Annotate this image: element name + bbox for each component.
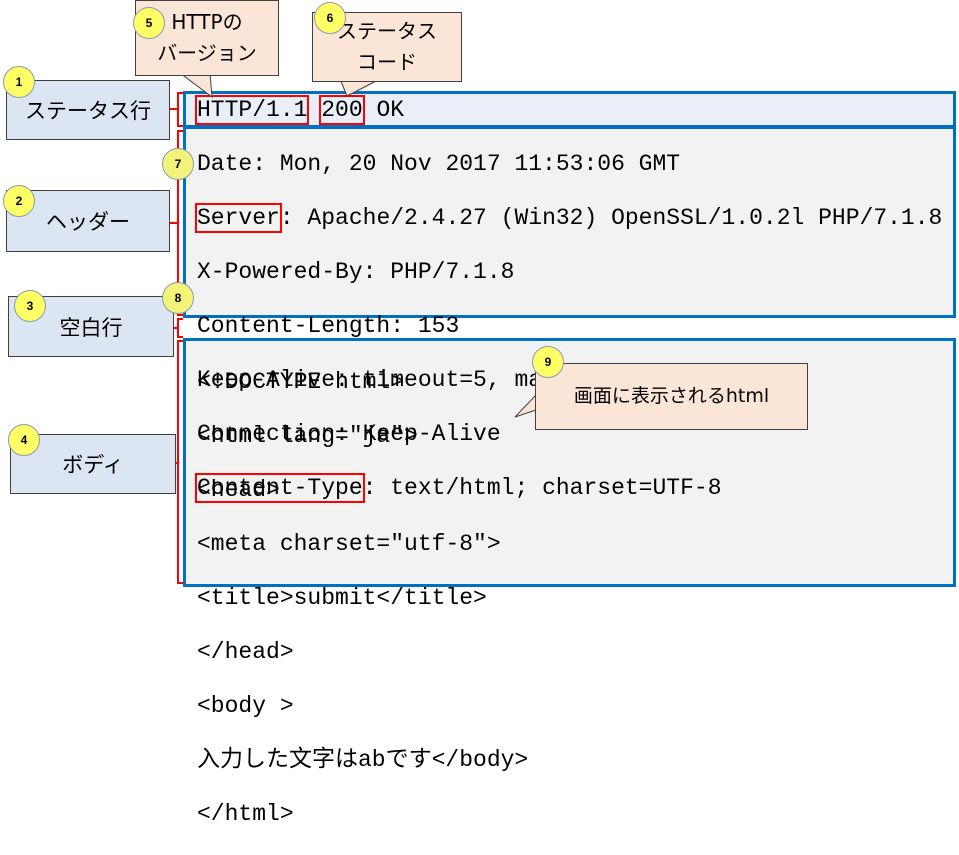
callout-5-pointer	[178, 72, 213, 99]
marker-8: 8	[162, 282, 194, 314]
marker-7: 7	[162, 148, 194, 180]
body-line: 入力した文字はabです</body>	[197, 747, 529, 773]
callout-line: コード	[357, 50, 417, 74]
callout-line: ステータス	[337, 19, 437, 43]
callout-text: 画面に表示されるhtml	[573, 385, 770, 407]
callout-line: HTTPの	[171, 10, 243, 34]
body-line: <body >	[197, 693, 294, 719]
body-line: </head>	[197, 639, 294, 665]
marker-9: 9	[532, 346, 564, 378]
marker-6: 6	[314, 2, 346, 34]
callout-9-pointer	[514, 393, 537, 418]
callout-pointers	[178, 72, 537, 418]
body-line: <title>submit</title>	[197, 585, 487, 611]
marker-5: 5	[133, 7, 165, 39]
callout-line: バージョン	[157, 41, 257, 65]
rendered-html-callout: 画面に表示されるhtml	[535, 363, 808, 430]
body-line: </html>	[197, 801, 294, 827]
